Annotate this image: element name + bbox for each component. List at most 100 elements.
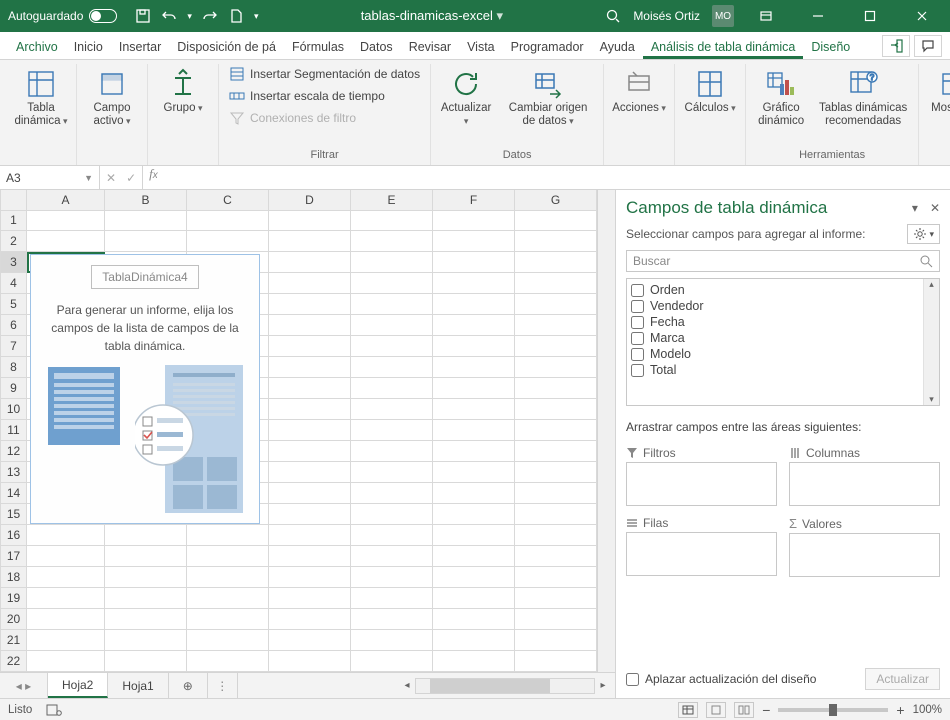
- new-file-icon[interactable]: [228, 8, 244, 24]
- cell[interactable]: [515, 231, 597, 252]
- show-button[interactable]: Mostrar: [925, 64, 950, 119]
- cell[interactable]: [433, 210, 515, 231]
- row-header[interactable]: 7: [1, 336, 27, 357]
- cell[interactable]: [27, 566, 105, 587]
- tab-file[interactable]: Archivo: [8, 34, 66, 59]
- tab-ayuda[interactable]: Ayuda: [592, 34, 643, 59]
- cell[interactable]: [351, 399, 433, 420]
- pivottable-button[interactable]: Tabla dinámica: [12, 64, 70, 132]
- cell[interactable]: [433, 483, 515, 504]
- cell[interactable]: [27, 546, 105, 567]
- row-header[interactable]: 17: [1, 546, 27, 567]
- cell[interactable]: [351, 608, 433, 629]
- maximize-button[interactable]: [850, 0, 890, 32]
- filters-drop-area[interactable]: [626, 462, 777, 506]
- close-button[interactable]: [902, 0, 942, 32]
- cell[interactable]: [187, 231, 269, 252]
- cell[interactable]: [269, 294, 351, 315]
- zoom-in-button[interactable]: +: [896, 702, 904, 718]
- cell[interactable]: [351, 566, 433, 587]
- field-item[interactable]: Marca: [631, 330, 935, 346]
- cell[interactable]: [433, 629, 515, 650]
- cell[interactable]: [269, 273, 351, 294]
- row-header[interactable]: 5: [1, 294, 27, 315]
- cell[interactable]: [351, 629, 433, 650]
- redo-icon[interactable]: [202, 8, 218, 24]
- cell[interactable]: [27, 629, 105, 650]
- cell[interactable]: [187, 566, 269, 587]
- cell[interactable]: [515, 357, 597, 378]
- vertical-scrollbar[interactable]: [597, 190, 615, 672]
- tab-datos[interactable]: Datos: [352, 34, 401, 59]
- column-header[interactable]: A: [27, 190, 105, 210]
- cell[interactable]: [27, 608, 105, 629]
- cell[interactable]: [187, 608, 269, 629]
- share-button[interactable]: [882, 35, 910, 57]
- row-header[interactable]: 20: [1, 608, 27, 629]
- cell[interactable]: [27, 525, 105, 546]
- row-header[interactable]: 12: [1, 441, 27, 462]
- add-sheet-button[interactable]: ⊕: [169, 673, 208, 698]
- defer-update-checkbox[interactable]: Aplazar actualización del diseño: [626, 672, 816, 686]
- cell[interactable]: [433, 504, 515, 525]
- cell[interactable]: [433, 441, 515, 462]
- cell[interactable]: [351, 315, 433, 336]
- pane-options-icon[interactable]: ▾: [912, 201, 918, 215]
- cell[interactable]: [27, 650, 105, 671]
- cell[interactable]: [515, 608, 597, 629]
- page-break-view-button[interactable]: [734, 702, 754, 718]
- cell[interactable]: [269, 546, 351, 567]
- cell[interactable]: [351, 231, 433, 252]
- cell[interactable]: [515, 483, 597, 504]
- autosave-toggle[interactable]: Autoguardado: [8, 9, 117, 23]
- tab-inicio[interactable]: Inicio: [66, 34, 111, 59]
- sheet-nav[interactable]: ◂ ▸: [0, 673, 48, 698]
- tab-disposición[interactable]: Disposición de pá: [169, 34, 284, 59]
- tab-context[interactable]: Análisis de tabla dinámica: [643, 34, 804, 59]
- cell[interactable]: [269, 378, 351, 399]
- row-header[interactable]: 8: [1, 357, 27, 378]
- row-header[interactable]: 3: [1, 252, 27, 273]
- column-header[interactable]: C: [187, 190, 269, 210]
- close-pane-button[interactable]: ✕: [930, 201, 940, 215]
- calculations-button[interactable]: Cálculos: [681, 64, 739, 119]
- row-header[interactable]: 9: [1, 378, 27, 399]
- cell[interactable]: [433, 231, 515, 252]
- row-header[interactable]: 21: [1, 629, 27, 650]
- pivot-chart-button[interactable]: Gráfico dinámico: [752, 64, 810, 132]
- row-header[interactable]: 19: [1, 587, 27, 608]
- cell[interactable]: [433, 525, 515, 546]
- recommended-pivot-button[interactable]: ? Tablas dinámicas recomendadas: [814, 64, 912, 132]
- column-header[interactable]: D: [269, 190, 351, 210]
- cell[interactable]: [105, 629, 187, 650]
- cell[interactable]: [187, 546, 269, 567]
- values-drop-area[interactable]: [789, 533, 940, 577]
- row-header[interactable]: 14: [1, 483, 27, 504]
- cell[interactable]: [515, 378, 597, 399]
- cell[interactable]: [351, 504, 433, 525]
- row-header[interactable]: 4: [1, 273, 27, 294]
- zoom-level[interactable]: 100%: [913, 704, 942, 716]
- undo-icon[interactable]: [161, 8, 177, 24]
- cell[interactable]: [433, 294, 515, 315]
- cell[interactable]: [269, 504, 351, 525]
- cell[interactable]: [269, 315, 351, 336]
- cell[interactable]: [269, 420, 351, 441]
- cell[interactable]: [105, 650, 187, 671]
- cell[interactable]: [433, 336, 515, 357]
- cell[interactable]: [269, 566, 351, 587]
- cell[interactable]: [269, 441, 351, 462]
- cell[interactable]: [105, 608, 187, 629]
- cell[interactable]: [515, 252, 597, 273]
- cell[interactable]: [433, 566, 515, 587]
- rows-drop-area[interactable]: [626, 532, 777, 576]
- column-header[interactable]: B: [105, 190, 187, 210]
- insert-timeline-button[interactable]: Insertar escala de tiempo: [225, 86, 424, 106]
- row-header[interactable]: 2: [1, 231, 27, 252]
- cell[interactable]: [433, 378, 515, 399]
- cell[interactable]: [269, 587, 351, 608]
- cell[interactable]: [269, 608, 351, 629]
- cell[interactable]: [351, 210, 433, 231]
- cell[interactable]: [187, 210, 269, 231]
- cell[interactable]: [269, 252, 351, 273]
